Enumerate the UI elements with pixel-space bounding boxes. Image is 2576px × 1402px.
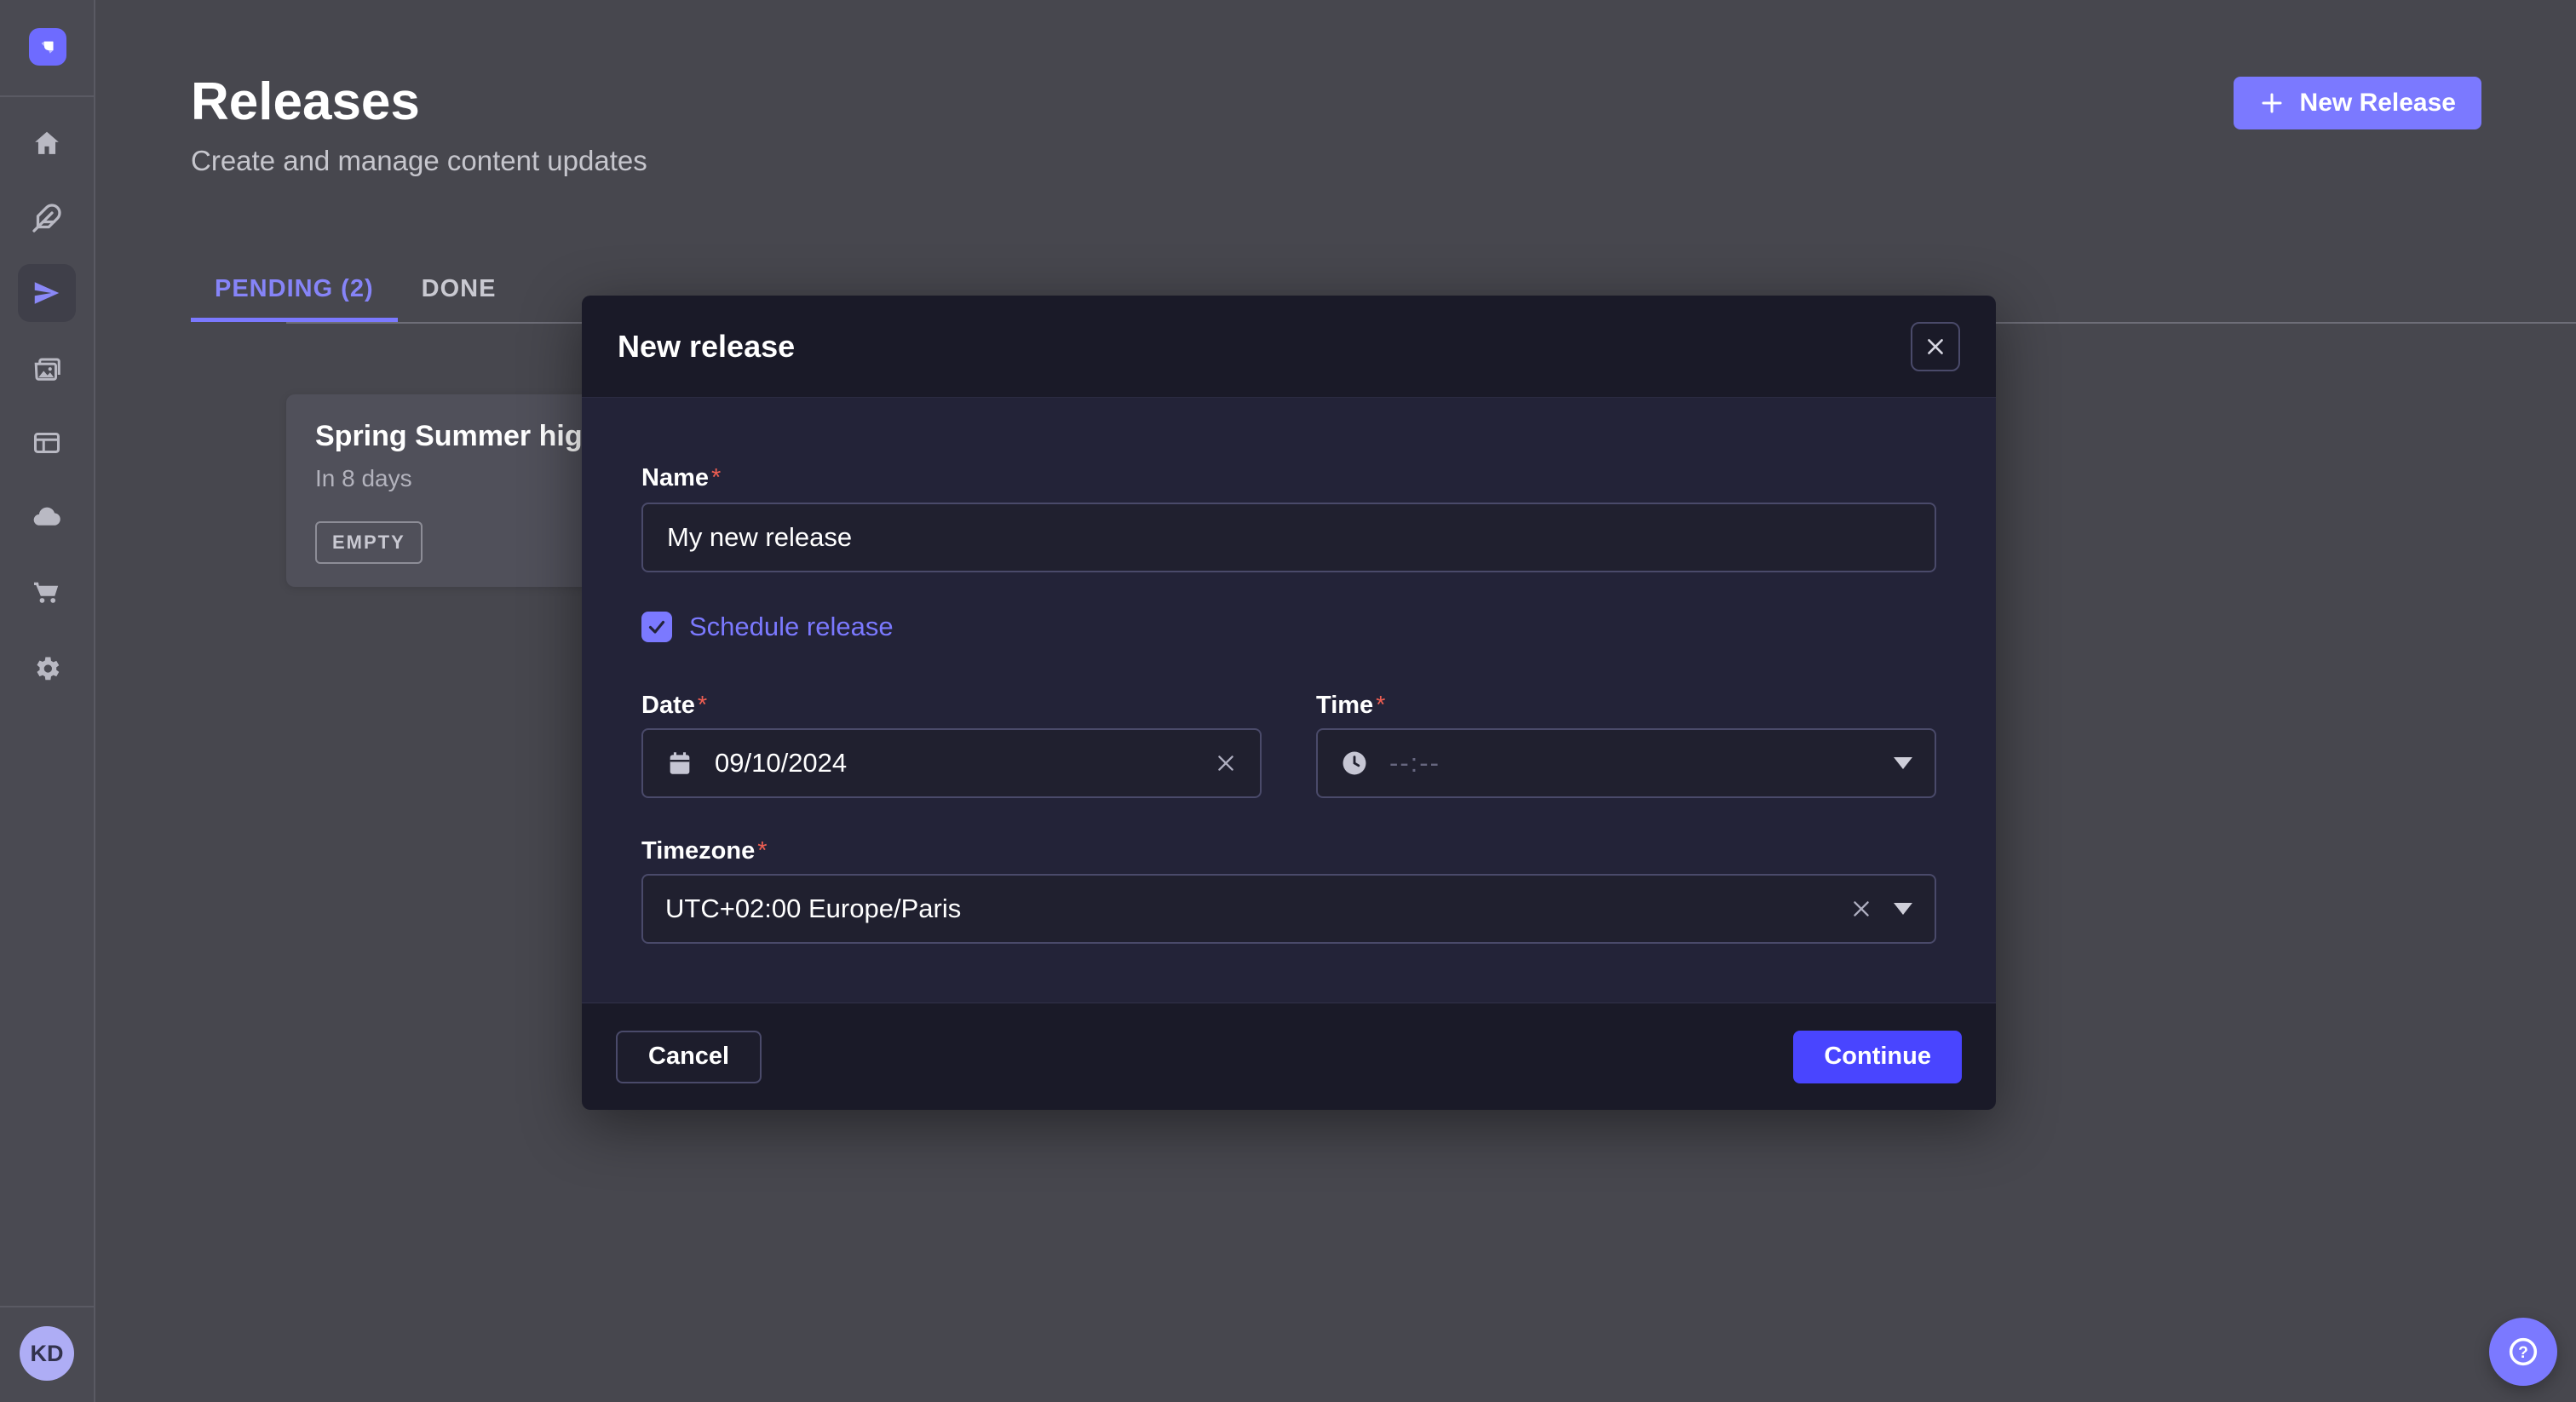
name-field-label: Name — [641, 464, 709, 491]
new-release-button[interactable]: New Release — [2234, 77, 2481, 129]
time-picker-input[interactable]: --:-- — [1316, 728, 1936, 798]
timezone-field-group: Timezone* UTC+02:00 Europe/Paris — [641, 837, 1936, 944]
paper-plane-icon — [32, 278, 62, 308]
date-clear-button[interactable] — [1214, 751, 1238, 775]
sidebar-item-content-manager[interactable] — [18, 414, 76, 472]
time-field-label: Time — [1316, 692, 1373, 719]
date-picker-input[interactable]: 09/10/2024 — [641, 728, 1262, 798]
time-dropdown-caret-icon[interactable] — [1894, 757, 1912, 769]
plus-icon — [2259, 90, 2285, 116]
feather-icon — [32, 203, 62, 233]
timezone-field-label: Timezone — [641, 837, 755, 865]
release-card-empty-badge: EMPTY — [315, 521, 423, 564]
sidebar-item-media-library[interactable] — [18, 341, 76, 399]
sidebar-item-settings[interactable] — [18, 640, 76, 698]
sidebar-item-releases[interactable] — [18, 264, 76, 322]
tab-done[interactable]: DONE — [398, 261, 520, 322]
timezone-value: UTC+02:00 Europe/Paris — [665, 893, 961, 924]
page-title: Releases — [191, 72, 420, 132]
sidebar-item-content-type-builder[interactable] — [18, 189, 76, 247]
calendar-icon — [665, 749, 694, 778]
required-asterisk: * — [698, 692, 707, 719]
name-input[interactable] — [641, 503, 1936, 572]
schedule-checkbox-label: Schedule release — [689, 612, 894, 642]
schedule-release-toggle[interactable]: Schedule release — [641, 612, 1936, 642]
cart-icon — [32, 576, 62, 606]
name-field-group: Name* — [641, 464, 1936, 572]
checkmark-icon — [647, 617, 667, 637]
gear-icon — [32, 653, 62, 684]
required-asterisk: * — [711, 464, 721, 491]
sidebar-divider-top — [0, 95, 94, 97]
timezone-dropdown-caret-icon[interactable] — [1894, 903, 1912, 915]
date-time-row: Date* 09/10/2024 — [641, 692, 1936, 798]
timezone-clear-button[interactable] — [1849, 897, 1873, 921]
sidebar-item-marketplace[interactable] — [18, 562, 76, 620]
modal-header: New release — [582, 296, 1996, 398]
new-release-modal: New release Name* Schedule release Date* — [582, 296, 1996, 1110]
required-asterisk: * — [1376, 692, 1385, 719]
time-field-group: Time* --:-- — [1316, 692, 1936, 798]
sidebar-item-home[interactable] — [18, 114, 76, 172]
cancel-button[interactable]: Cancel — [616, 1031, 762, 1083]
modal-close-button[interactable] — [1911, 322, 1960, 371]
clear-x-icon — [1849, 897, 1873, 921]
strapi-logo-icon[interactable] — [29, 28, 66, 66]
date-field-label: Date — [641, 692, 695, 719]
continue-button[interactable]: Continue — [1793, 1031, 1962, 1083]
date-value: 09/10/2024 — [715, 748, 847, 779]
new-release-button-label: New Release — [2300, 89, 2456, 118]
page-subtitle: Create and manage content updates — [191, 145, 647, 177]
schedule-checkbox[interactable] — [641, 612, 672, 642]
question-mark-icon: ? — [2505, 1334, 2541, 1370]
required-asterisk: * — [757, 837, 767, 865]
sidebar-item-cloud[interactable] — [18, 488, 76, 546]
tab-pending[interactable]: PENDING (2) — [191, 261, 398, 322]
time-placeholder: --:-- — [1389, 748, 1440, 779]
tab-list: PENDING (2) DONE — [191, 261, 520, 322]
modal-title: New release — [618, 329, 795, 365]
home-icon — [32, 128, 62, 158]
close-icon — [1924, 336, 1946, 358]
modal-body: Name* Schedule release Date* — [582, 398, 1996, 1003]
modal-footer: Cancel Continue — [582, 1003, 1996, 1110]
cloud-icon — [32, 502, 62, 532]
sidebar-divider-bottom — [0, 1306, 94, 1307]
user-avatar[interactable]: KD — [20, 1326, 74, 1381]
sidebar: KD — [0, 0, 95, 1402]
clock-icon — [1340, 749, 1369, 778]
clear-x-icon — [1214, 751, 1238, 775]
layout-panel-icon — [32, 428, 62, 458]
date-field-group: Date* 09/10/2024 — [641, 692, 1262, 798]
timezone-select-input[interactable]: UTC+02:00 Europe/Paris — [641, 874, 1936, 944]
svg-text:?: ? — [2518, 1344, 2528, 1362]
images-icon — [32, 354, 62, 385]
help-button[interactable]: ? — [2489, 1318, 2557, 1386]
